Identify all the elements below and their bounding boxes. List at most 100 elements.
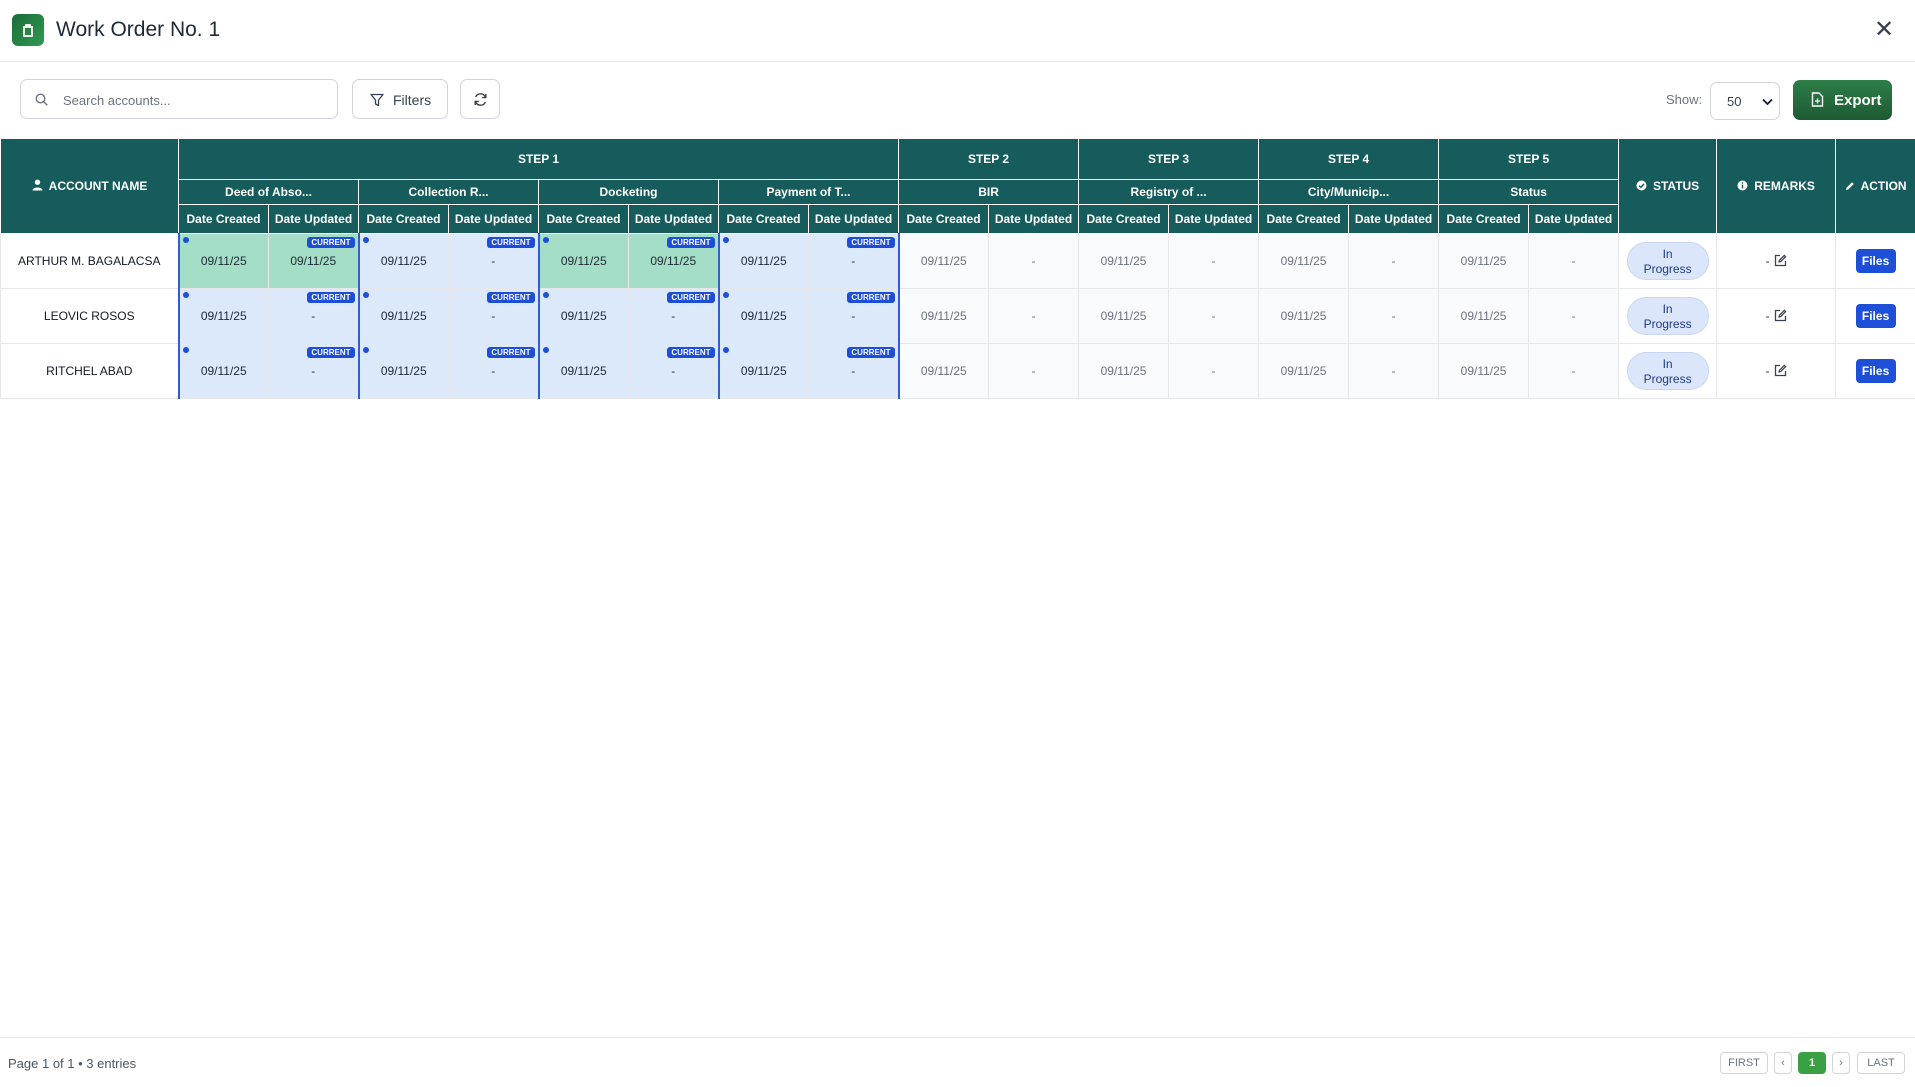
date-created-header[interactable]: Date Created <box>538 204 629 234</box>
date-created-cell[interactable]: 09/11/25 <box>177 288 269 344</box>
date-updated-cell: - <box>1348 343 1440 399</box>
date-created-header[interactable]: Date Created <box>178 204 269 234</box>
filters-button[interactable]: Filters <box>352 79 448 119</box>
date-value: - <box>1211 364 1216 378</box>
status-badge: In Progress <box>1626 242 1709 280</box>
date-created-cell[interactable]: 09/11/25 <box>537 343 629 399</box>
action-cell: Files <box>1835 343 1915 399</box>
date-updated-cell[interactable]: - CURRENT <box>448 288 540 344</box>
files-button[interactable]: Files <box>1855 304 1896 328</box>
date-updated-cell[interactable]: - CURRENT <box>807 233 900 289</box>
status-badge: In Progress <box>1626 352 1709 390</box>
date-updated-header[interactable]: Date Updated <box>1528 204 1620 234</box>
date-updated-cell[interactable]: - CURRENT <box>807 343 900 399</box>
date-updated-cell[interactable]: - CURRENT <box>628 343 720 399</box>
current-page-button[interactable]: 1 <box>1798 1052 1826 1074</box>
date-value: 09/11/25 <box>1460 364 1507 378</box>
edit-icon[interactable] <box>1774 254 1787 267</box>
date-created-cell[interactable]: 09/11/25 <box>177 343 269 399</box>
date-value: 09/11/25 <box>920 309 967 323</box>
date-created-header[interactable]: Date Created <box>358 204 449 234</box>
date-updated-header[interactable]: Date Updated <box>1168 204 1260 234</box>
date-updated-header[interactable]: Date Updated <box>988 204 1080 234</box>
export-button[interactable]: Export <box>1793 80 1892 120</box>
current-step-dot-icon <box>722 292 729 298</box>
close-icon[interactable]: ✕ <box>1870 16 1898 44</box>
date-updated-cell[interactable]: - CURRENT <box>448 343 540 399</box>
date-created-cell: 09/11/25 <box>1438 288 1530 344</box>
date-value: 09/11/25 <box>290 254 337 268</box>
current-badge: CURRENT <box>307 292 355 303</box>
date-updated-header[interactable]: Date Updated <box>448 204 539 234</box>
prev-page-button[interactable]: ‹ <box>1774 1052 1792 1074</box>
edit-icon[interactable] <box>1774 309 1787 322</box>
date-value: 09/11/25 <box>920 254 967 268</box>
date-created-cell[interactable]: 09/11/25 <box>717 233 809 289</box>
date-value: - <box>1031 254 1036 268</box>
date-updated-header[interactable]: Date Updated <box>1348 204 1440 234</box>
page-info: Page 1 of 1 • 3 entries <box>8 1056 137 1071</box>
check-circle-icon <box>1636 180 1647 191</box>
date-value: 09/11/25 <box>1100 254 1147 268</box>
date-value: - <box>1571 364 1576 378</box>
first-page-button[interactable]: FIRST <box>1720 1052 1768 1074</box>
date-updated-cell[interactable]: - CURRENT <box>448 233 540 289</box>
date-created-cell[interactable]: 09/11/25 <box>537 288 629 344</box>
last-page-button[interactable]: LAST <box>1857 1052 1905 1074</box>
date-created-cell[interactable]: 09/11/25 <box>357 343 449 399</box>
date-updated-cell: - <box>1168 233 1260 289</box>
date-created-header[interactable]: Date Created <box>1078 204 1170 234</box>
current-step-dot-icon <box>362 347 369 353</box>
status-badge: In Progress <box>1626 297 1709 335</box>
next-page-button[interactable]: › <box>1832 1052 1850 1074</box>
date-created-cell[interactable]: 09/11/25 <box>717 288 809 344</box>
table-row[interactable]: ARTHUR M. BAGALACSA 09/11/25 09/11/25 CURRE… <box>0 233 1915 289</box>
date-updated-cell: - <box>1168 288 1260 344</box>
page-size-value: 50 <box>1727 94 1742 109</box>
filters-label: Filters <box>393 92 432 108</box>
date-updated-header[interactable]: Date Updated <box>268 204 359 234</box>
pagination-footer: Page 1 of 1 • 3 entries FIRST ‹ 1 › LAST <box>0 1037 1915 1087</box>
refresh-button[interactable] <box>460 79 500 119</box>
files-button[interactable]: Files <box>1855 359 1896 383</box>
date-updated-cell[interactable]: - CURRENT <box>628 288 720 344</box>
date-updated-header[interactable]: Date Updated <box>807 204 900 234</box>
action-cell: Files <box>1835 233 1915 289</box>
edit-icon[interactable] <box>1774 364 1787 377</box>
date-updated-cell: - <box>988 343 1080 399</box>
date-updated-cell[interactable]: - CURRENT <box>268 288 360 344</box>
search-input[interactable] <box>61 80 335 120</box>
table-row[interactable]: LEOVIC ROSOS 09/11/25 - CURRENT 09/11/25 - CUR… <box>0 288 1915 344</box>
date-created-cell[interactable]: 09/11/25 <box>717 343 809 399</box>
date-created-cell[interactable]: 09/11/25 <box>357 288 449 344</box>
account-name-header[interactable]: ACCOUNT NAME <box>0 138 179 234</box>
date-updated-cell[interactable]: 09/11/25 CURRENT <box>628 233 720 289</box>
search-icon <box>35 93 48 106</box>
show-label: Show: <box>1666 92 1703 107</box>
date-updated-cell[interactable]: - CURRENT <box>268 343 360 399</box>
date-updated-cell: - <box>1348 288 1440 344</box>
date-created-header[interactable]: Date Created <box>1258 204 1350 234</box>
action-cell: Files <box>1835 288 1915 344</box>
filter-icon <box>370 93 384 107</box>
title-bar: Work Order No. 1 ✕ <box>0 0 1915 62</box>
date-created-cell[interactable]: 09/11/25 <box>177 233 269 289</box>
date-created-header[interactable]: Date Created <box>898 204 990 234</box>
date-updated-header[interactable]: Date Updated <box>628 204 719 234</box>
date-updated-cell[interactable]: - CURRENT <box>807 288 900 344</box>
table-row[interactable]: RITCHEL ABAD 09/11/25 - CURRENT 09/11/25 - CUR… <box>0 343 1915 399</box>
date-value: - <box>851 364 856 378</box>
files-button[interactable]: Files <box>1855 249 1896 273</box>
search-box[interactable] <box>20 79 338 120</box>
date-created-cell[interactable]: 09/11/25 <box>537 233 629 289</box>
date-value: - <box>491 254 496 268</box>
date-created-header[interactable]: Date Created <box>1438 204 1530 234</box>
date-value: 09/11/25 <box>1280 254 1327 268</box>
date-created-cell[interactable]: 09/11/25 <box>357 233 449 289</box>
date-updated-cell[interactable]: 09/11/25 CURRENT <box>268 233 360 289</box>
date-value: 09/11/25 <box>560 364 607 378</box>
pencil-icon <box>1845 182 1854 190</box>
current-step-dot-icon <box>362 292 369 298</box>
page-size-select[interactable]: 50 <box>1710 82 1780 120</box>
date-created-header[interactable]: Date Created <box>718 204 809 234</box>
